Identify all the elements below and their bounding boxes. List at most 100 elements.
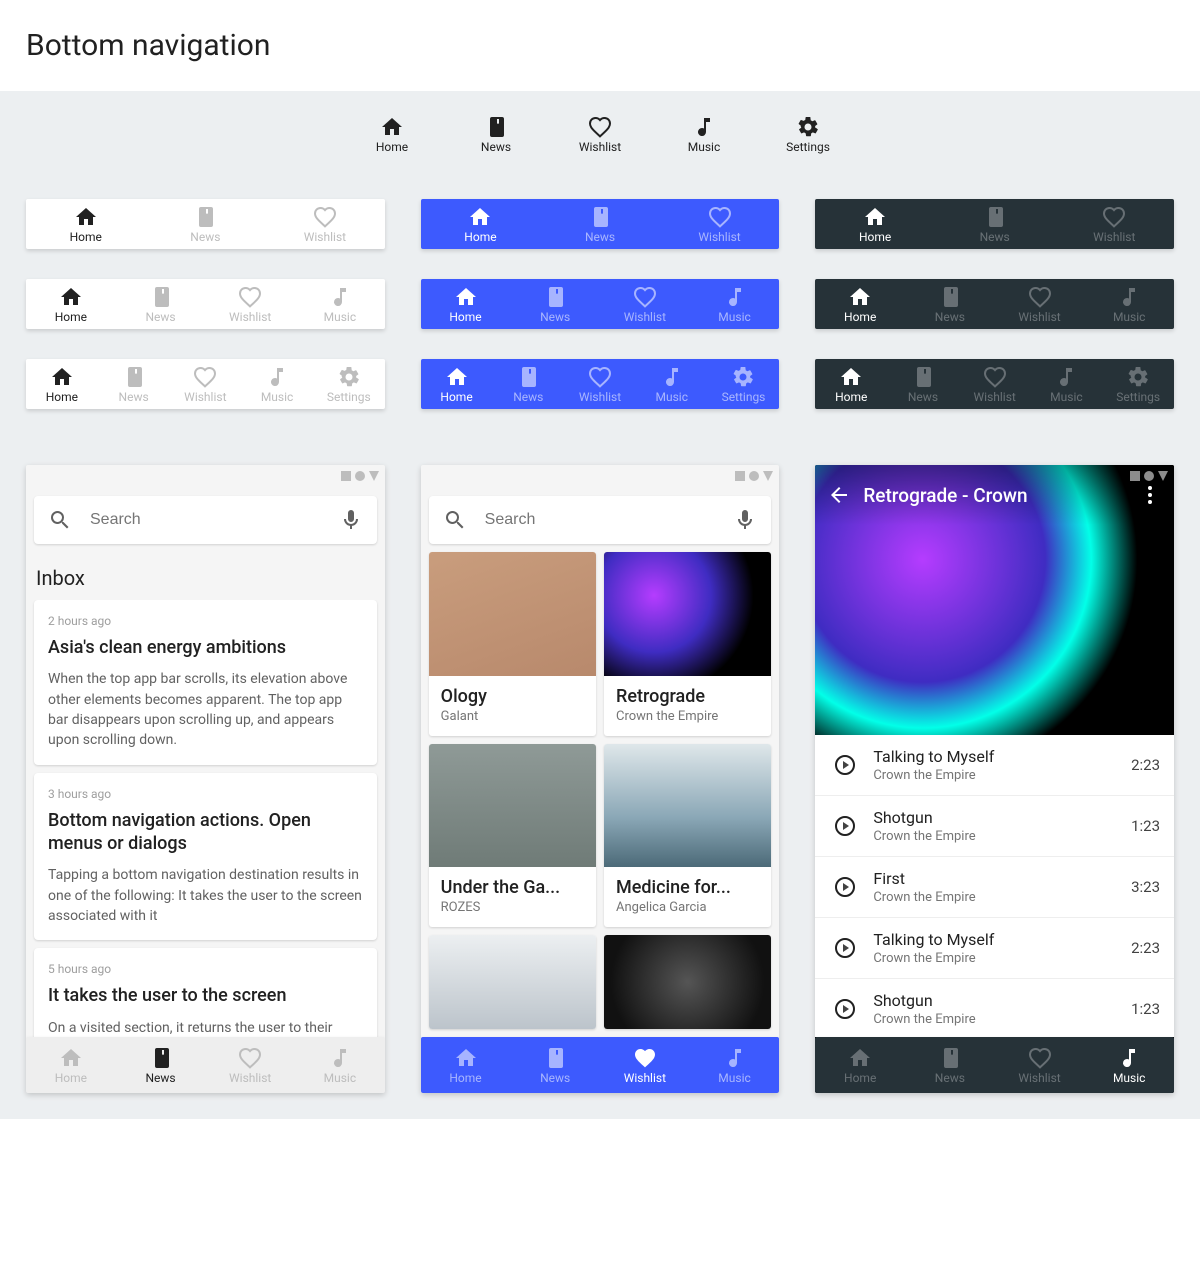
nav-item-music[interactable]: Music bbox=[676, 115, 732, 153]
nav-label: Music bbox=[261, 391, 293, 403]
album-artist: Galant bbox=[441, 709, 584, 724]
nav-item-music[interactable]: Music bbox=[1031, 365, 1103, 403]
nav-item-home[interactable]: Home bbox=[421, 205, 541, 243]
play-icon[interactable] bbox=[833, 997, 857, 1021]
nav-item-news[interactable]: News bbox=[905, 1046, 995, 1084]
nav-item-wishlist[interactable]: Wishlist bbox=[995, 1046, 1085, 1084]
album-card[interactable] bbox=[429, 935, 596, 1029]
nav-item-news[interactable]: News bbox=[540, 205, 660, 243]
nav-item-home[interactable]: Home bbox=[815, 285, 905, 323]
play-icon[interactable] bbox=[833, 875, 857, 899]
back-icon[interactable] bbox=[827, 483, 851, 507]
nav-item-news[interactable]: News bbox=[510, 1046, 600, 1084]
nav-item-music[interactable]: Music bbox=[1084, 285, 1174, 323]
track-row[interactable]: First Crown the Empire 3:23 bbox=[815, 857, 1174, 918]
album-card[interactable]: Under the Ga... ROZES bbox=[429, 744, 596, 928]
nav-label: Wishlist bbox=[624, 311, 666, 323]
inbox-card[interactable]: 3 hours ago Bottom navigation actions. O… bbox=[34, 773, 377, 941]
nav-item-home[interactable]: Home bbox=[26, 285, 116, 323]
search-icon[interactable] bbox=[48, 508, 72, 532]
nav-item-news[interactable]: News bbox=[935, 205, 1055, 243]
track-row[interactable]: Shotgun Crown the Empire 1:23 bbox=[815, 979, 1174, 1037]
nav-item-wishlist[interactable]: Wishlist bbox=[564, 365, 636, 403]
nav-item-news[interactable]: News bbox=[116, 1046, 206, 1084]
nav-item-home[interactable]: Home bbox=[26, 1046, 116, 1084]
nav-item-news[interactable]: News bbox=[98, 365, 170, 403]
album-card[interactable]: Medicine for... Angelica Garcia bbox=[604, 744, 771, 928]
play-icon[interactable] bbox=[833, 753, 857, 777]
track-duration: 2:23 bbox=[1131, 939, 1160, 957]
card-title: Asia's clean energy ambitions bbox=[48, 636, 363, 659]
album-card[interactable] bbox=[604, 935, 771, 1029]
nav-label: Home bbox=[376, 141, 408, 153]
card-title: Bottom navigation actions. Open menus or… bbox=[48, 809, 363, 856]
nav-label: Home bbox=[449, 1072, 481, 1084]
nav-item-wishlist[interactable]: Wishlist bbox=[205, 285, 295, 323]
nav-item-music[interactable]: Music bbox=[1084, 1046, 1174, 1084]
nav-item-settings[interactable]: Settings bbox=[780, 115, 836, 153]
album-card[interactable]: Ology Galant bbox=[429, 552, 596, 736]
nav-bar-blue-4: Home News Wishlist Music bbox=[421, 279, 780, 329]
nav-label: Home bbox=[55, 1072, 87, 1084]
nav-item-wishlist[interactable]: Wishlist bbox=[959, 365, 1031, 403]
nav-item-music[interactable]: Music bbox=[636, 365, 708, 403]
nav-label: Wishlist bbox=[974, 391, 1016, 403]
nav-item-news[interactable]: News bbox=[510, 285, 600, 323]
nav-item-wishlist[interactable]: Wishlist bbox=[995, 285, 1085, 323]
more-icon[interactable] bbox=[1138, 483, 1162, 507]
home-icon bbox=[74, 205, 98, 229]
nav-item-music[interactable]: Music bbox=[295, 285, 385, 323]
album-card[interactable]: Retrograde Crown the Empire bbox=[604, 552, 771, 736]
nav-item-news[interactable]: News bbox=[468, 115, 524, 153]
nav-item-home[interactable]: Home bbox=[421, 285, 511, 323]
nav-item-news[interactable]: News bbox=[146, 205, 266, 243]
track-row[interactable]: Talking to Myself Crown the Empire 2:23 bbox=[815, 918, 1174, 979]
nav-item-wishlist[interactable]: Wishlist bbox=[572, 115, 628, 153]
nav-item-home[interactable]: Home bbox=[421, 365, 493, 403]
mic-icon[interactable] bbox=[733, 508, 757, 532]
nav-item-music[interactable]: Music bbox=[241, 365, 313, 403]
news-icon bbox=[193, 205, 217, 229]
nav-item-news[interactable]: News bbox=[492, 365, 564, 403]
inbox-card[interactable]: 5 hours ago It takes the user to the scr… bbox=[34, 948, 377, 1037]
search-input[interactable] bbox=[485, 511, 716, 529]
play-icon[interactable] bbox=[833, 936, 857, 960]
track-row[interactable]: Talking to Myself Crown the Empire 2:23 bbox=[815, 735, 1174, 796]
nav-item-wishlist[interactable]: Wishlist bbox=[600, 285, 690, 323]
nav-item-settings[interactable]: Settings bbox=[1102, 365, 1174, 403]
music-icon bbox=[328, 285, 352, 309]
nav-item-news[interactable]: News bbox=[905, 285, 995, 323]
nav-label: Home bbox=[449, 311, 481, 323]
nav-item-music[interactable]: Music bbox=[690, 1046, 780, 1084]
nav-item-home[interactable]: Home bbox=[815, 365, 887, 403]
nav-item-wishlist[interactable]: Wishlist bbox=[169, 365, 241, 403]
track-row[interactable]: Shotgun Crown the Empire 1:23 bbox=[815, 796, 1174, 857]
search-input[interactable] bbox=[90, 511, 321, 529]
nav-item-music[interactable]: Music bbox=[690, 285, 780, 323]
wishlist-icon bbox=[1028, 285, 1052, 309]
play-icon[interactable] bbox=[833, 814, 857, 838]
nav-item-settings[interactable]: Settings bbox=[708, 365, 780, 403]
nav-item-home[interactable]: Home bbox=[364, 115, 420, 153]
nav-item-wishlist[interactable]: Wishlist bbox=[205, 1046, 295, 1084]
search-icon[interactable] bbox=[443, 508, 467, 532]
nav-item-home[interactable]: Home bbox=[815, 1046, 905, 1084]
nav-item-settings[interactable]: Settings bbox=[313, 365, 385, 403]
panel-albums: Ology Galant Retrograde Crown the Empire… bbox=[421, 465, 780, 1093]
nav-item-home[interactable]: Home bbox=[815, 205, 935, 243]
nav-item-wishlist[interactable]: Wishlist bbox=[660, 205, 780, 243]
nav-item-wishlist[interactable]: Wishlist bbox=[265, 205, 385, 243]
nav-item-home[interactable]: Home bbox=[421, 1046, 511, 1084]
nav-item-wishlist[interactable]: Wishlist bbox=[600, 1046, 690, 1084]
nav-item-news[interactable]: News bbox=[887, 365, 959, 403]
nav-item-home[interactable]: Home bbox=[26, 205, 146, 243]
nav-label: Music bbox=[1113, 1072, 1145, 1084]
nav-item-wishlist[interactable]: Wishlist bbox=[1054, 205, 1174, 243]
mic-icon[interactable] bbox=[339, 508, 363, 532]
track-artist: Crown the Empire bbox=[873, 1012, 1115, 1027]
inbox-card[interactable]: 2 hours ago Asia's clean energy ambition… bbox=[34, 600, 377, 765]
nav-item-home[interactable]: Home bbox=[26, 365, 98, 403]
nav-item-music[interactable]: Music bbox=[295, 1046, 385, 1084]
nav-item-news[interactable]: News bbox=[116, 285, 206, 323]
album-title: Retrograde bbox=[616, 686, 759, 707]
